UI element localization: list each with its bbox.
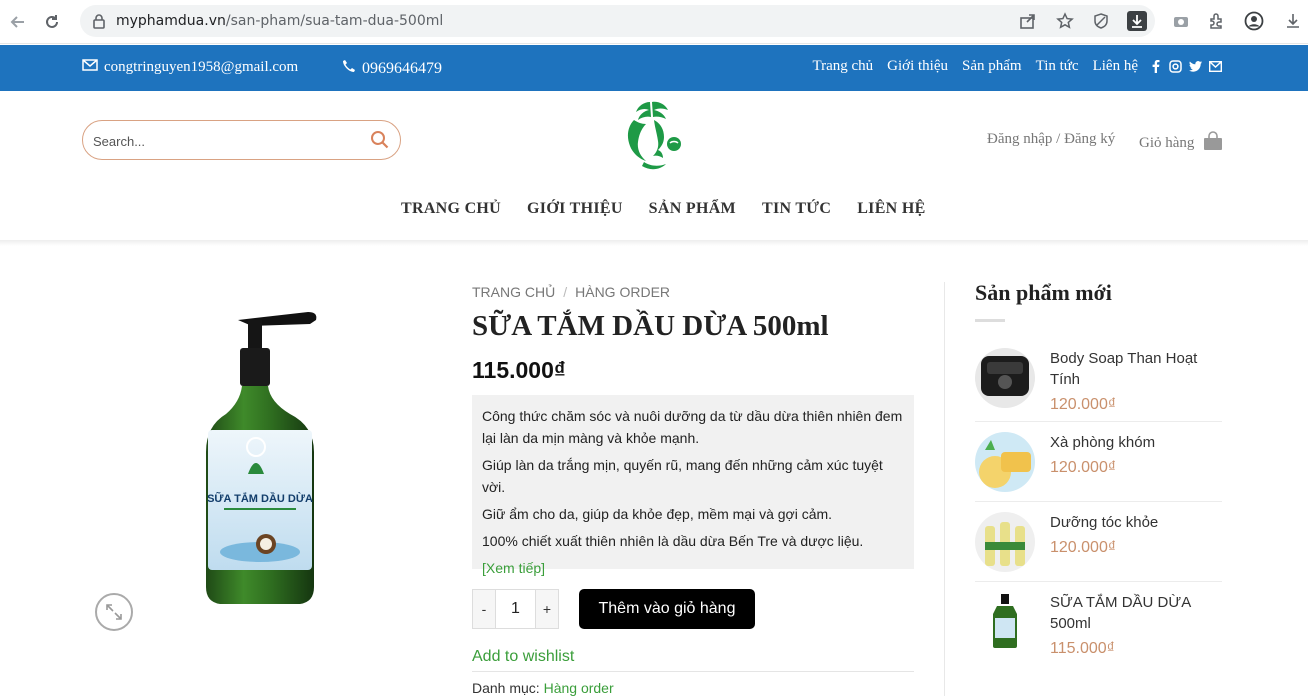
sidebar-product-price: 120.000₫	[1050, 459, 1117, 476]
browser-toolbar: myphamdua.vn/san-pham/sua-tam-dua-500ml	[0, 0, 1308, 44]
twitter-icon[interactable]	[1189, 60, 1202, 73]
sidebar-divider	[944, 282, 945, 696]
camera-icon[interactable]	[1169, 9, 1193, 33]
sidebar-product-item[interactable]: Dưỡng tóc khỏe 120.000₫	[975, 512, 1222, 572]
email-text: congtringuyen1958@gmail.com	[104, 59, 299, 75]
product-image[interactable]: SỮA TẮM DẦU DỪA	[190, 302, 330, 612]
sidebar-product-price: 120.000₫	[1050, 396, 1117, 413]
add-to-cart-button[interactable]: Thêm vào giỏ hàng	[579, 589, 755, 629]
sidebar-product-item[interactable]: Body Soap Than Hoạt Tính 120.000₫	[975, 348, 1222, 413]
divider	[975, 501, 1222, 502]
social-links	[1149, 60, 1222, 73]
back-arrow-icon[interactable]	[4, 8, 32, 36]
category-label: Danh mục:	[472, 680, 540, 696]
top-nav: Trang chủ Giới thiệu Sản phẩm Tin tức Li…	[812, 58, 1138, 75]
sidebar-product-item[interactable]: SỮA TẮM DẦU DỪA 500ml 115.000₫	[975, 592, 1222, 662]
add-to-wishlist-link[interactable]: Add to wishlist	[472, 648, 574, 666]
envelope-icon	[82, 59, 98, 76]
breadcrumb-home[interactable]: TRANG CHỦ	[472, 284, 555, 300]
description-line: Giữ ẩm cho da, giúp da khỏe đẹp, mềm mại…	[482, 506, 833, 522]
url-host: myphamdua.vn	[116, 13, 226, 29]
description-line: Công thức chăm sóc và nuôi dưỡng da từ d…	[482, 408, 903, 446]
top-nav-about[interactable]: Giới thiệu	[887, 58, 948, 75]
phone-icon	[342, 59, 356, 78]
mail-icon[interactable]	[1209, 60, 1222, 73]
profile-icon[interactable]	[1242, 9, 1266, 33]
shield-icon[interactable]	[1089, 9, 1113, 33]
product-thumbnail[interactable]	[975, 512, 1035, 572]
product-thumbnail[interactable]	[975, 348, 1035, 408]
sidebar-product-price: 120.000₫	[1050, 539, 1117, 556]
qty-input[interactable]: 1	[495, 590, 536, 628]
search-input[interactable]	[93, 130, 353, 152]
description-line: 100% chiết xuất thiên nhiên là dầu dừa B…	[482, 533, 864, 549]
share-icon[interactable]	[1016, 9, 1040, 33]
url-path: /san-pham/sua-tam-dua-500ml	[225, 13, 444, 29]
divider	[472, 671, 914, 672]
main-nav-about[interactable]: GIỚI THIỆU	[527, 200, 623, 218]
top-contact-bar: congtringuyen1958@gmail.com 0969646479 T…	[0, 45, 1308, 91]
phone-text: 0969646479	[362, 59, 442, 77]
divider	[975, 421, 1222, 422]
sidebar-product-name[interactable]: Xà phòng khóm	[1050, 432, 1220, 453]
qty-minus-button[interactable]: -	[473, 590, 495, 628]
product-thumbnail[interactable]	[975, 432, 1035, 492]
product-category: Danh mục: Hàng order	[472, 680, 614, 696]
instagram-icon[interactable]	[1169, 60, 1182, 73]
sidebar-product-name[interactable]: SỮA TẮM DẦU DỪA 500ml	[1050, 592, 1220, 634]
sidebar-title: Sản phẩm mới	[975, 280, 1112, 305]
sidebar-product-name[interactable]: Dưỡng tóc khỏe	[1050, 512, 1220, 533]
main-nav-home[interactable]: TRANG CHỦ	[401, 200, 501, 218]
product-title: SỮA TẮM DẦU DỪA 500ml	[472, 310, 829, 342]
zoom-expand-button[interactable]	[95, 593, 133, 631]
lock-icon	[92, 13, 106, 34]
product-price: 115.000₫	[472, 357, 566, 383]
top-nav-products[interactable]: Sản phẩm	[962, 58, 1022, 75]
star-icon[interactable]	[1053, 9, 1077, 33]
product-short-description: Công thức chăm sóc và nuôi dưỡng da từ d…	[472, 395, 914, 576]
email-contact[interactable]: congtringuyen1958@gmail.com	[82, 59, 298, 76]
header-divider	[0, 240, 1308, 246]
url-text: myphamdua.vn/san-pham/sua-tam-dua-500ml	[116, 13, 443, 29]
main-nav-news[interactable]: TIN TỨC	[762, 200, 831, 218]
product-thumbnail[interactable]	[975, 592, 1035, 652]
downloads-icon[interactable]	[1281, 9, 1305, 33]
top-nav-contact[interactable]: Liên hệ	[1093, 58, 1138, 75]
sidebar-product-item[interactable]: Xà phòng khóm 120.000₫	[975, 432, 1222, 492]
top-nav-news[interactable]: Tin tức	[1036, 58, 1079, 75]
qty-plus-button[interactable]: +	[536, 590, 558, 628]
description-line: Giúp làn da trắng mịn, quyến rũ, mang đế…	[482, 457, 883, 495]
read-more-link[interactable]: [Xem tiếp]	[482, 557, 904, 579]
sidebar-product-price: 115.000₫	[1050, 640, 1115, 657]
top-nav-home[interactable]: Trang chủ	[812, 58, 873, 75]
breadcrumb: TRANG CHỦ / HÀNG ORDER	[472, 284, 670, 300]
main-nav-products[interactable]: SẢN PHẨM	[649, 200, 736, 218]
facebook-icon[interactable]	[1149, 60, 1162, 73]
login-register-link[interactable]: Đăng nhập / Đăng ký	[987, 131, 1115, 148]
main-nav: TRANG CHỦ GIỚI THIỆU SẢN PHẨM TIN TỨC LI…	[401, 200, 926, 218]
quantity-stepper: - 1 +	[472, 589, 559, 629]
search-icon[interactable]	[370, 130, 390, 150]
sidebar-title-underline	[975, 319, 1005, 322]
phone-contact[interactable]: 0969646479	[342, 59, 442, 78]
shopping-bag-icon	[1202, 131, 1224, 156]
bottle-label-text: SỮA TẮM DẦU DỪA	[207, 492, 313, 505]
breadcrumb-category[interactable]: HÀNG ORDER	[575, 284, 670, 300]
extensions-icon[interactable]	[1204, 9, 1228, 33]
site-logo[interactable]	[614, 98, 688, 174]
divider	[975, 581, 1222, 582]
search-box	[82, 120, 401, 160]
cart-link[interactable]: Giỏ hàng	[1139, 131, 1224, 156]
cart-label: Giỏ hàng	[1139, 135, 1195, 151]
breadcrumb-separator: /	[563, 284, 568, 300]
main-nav-contact[interactable]: LIÊN HỆ	[857, 200, 925, 218]
sidebar-product-name[interactable]: Body Soap Than Hoạt Tính	[1050, 348, 1220, 390]
download-icon[interactable]	[1125, 9, 1149, 33]
reload-icon[interactable]	[38, 8, 66, 36]
expand-icon	[106, 604, 122, 620]
category-link[interactable]: Hàng order	[544, 680, 614, 696]
address-bar[interactable]: myphamdua.vn/san-pham/sua-tam-dua-500ml	[80, 5, 1155, 37]
